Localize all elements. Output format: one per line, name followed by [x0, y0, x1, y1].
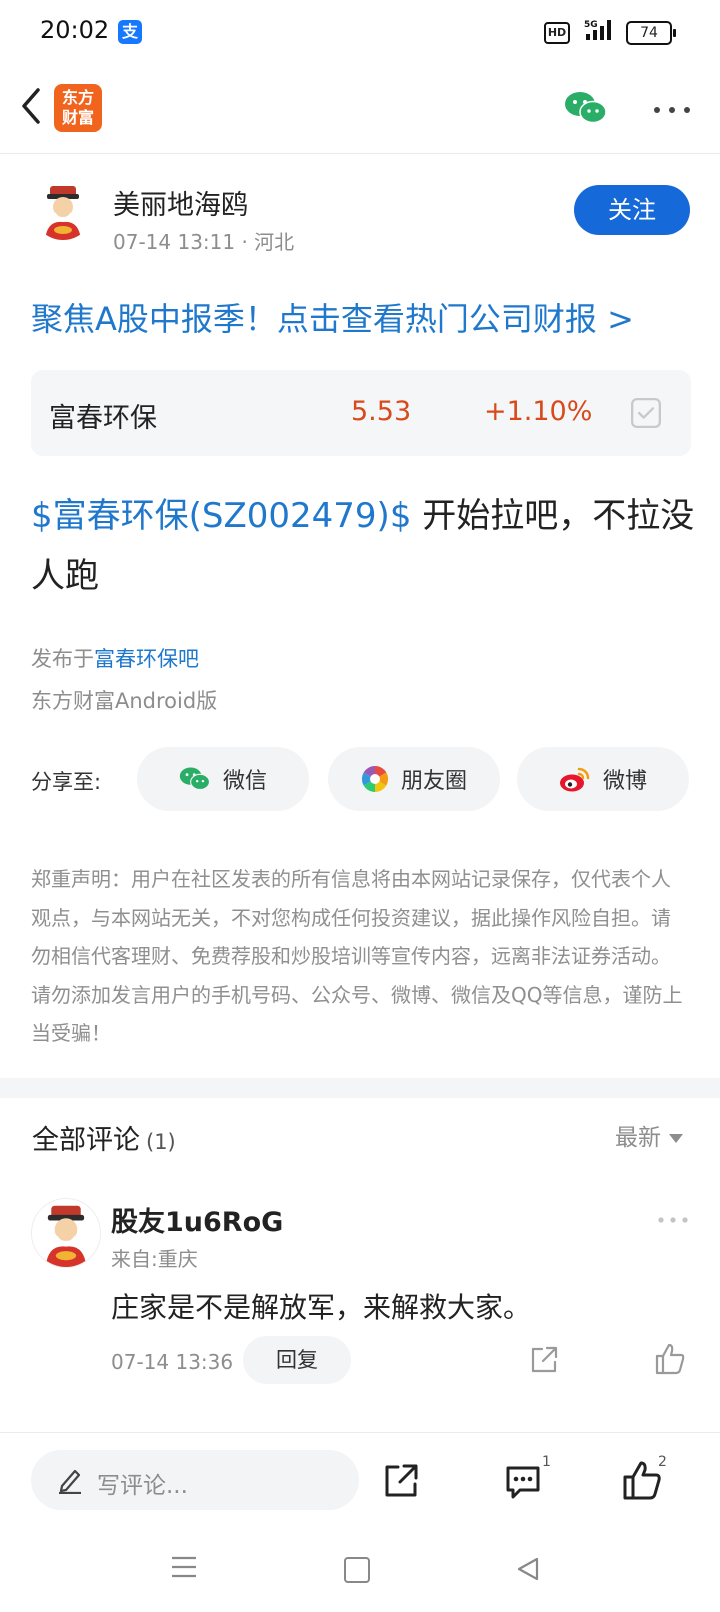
comment-time: 07-14 13:36: [111, 1350, 234, 1374]
comment-text: 庄家是不是解放军，来解救大家。: [111, 1291, 532, 1324]
hd-icon: HD: [544, 22, 570, 44]
pen-icon: [59, 1469, 81, 1494]
post-meta: 07-14 13:11 · 河北: [113, 230, 295, 254]
comments-title: 全部评论: [32, 1125, 140, 1156]
share-weibo-button[interactable]: 微博: [517, 747, 689, 811]
section-divider: [0, 1078, 720, 1098]
nav-divider: [0, 153, 720, 154]
comment-count-badge: 1: [542, 1454, 551, 1470]
disclaimer-text: 郑重声明：用户在社区发表的所有信息将由本网站记录保存，仅代表个人观点，与本网站无…: [31, 867, 683, 1045]
posted-in: 发布于富春环保吧: [31, 643, 199, 673]
wechat-share-icon[interactable]: [564, 90, 608, 126]
stock-price: 5.53: [351, 396, 412, 427]
client-source: 东方财富Android版: [31, 689, 218, 713]
eastmoney-logo: 东方 财富: [54, 84, 102, 132]
moments-icon: [361, 765, 389, 793]
stock-name: 富春环保: [49, 403, 157, 434]
comment-share-icon[interactable]: [528, 1344, 560, 1376]
sort-label: 最新: [615, 1125, 661, 1151]
comment-more-icon[interactable]: [657, 1216, 689, 1224]
comments-header: 全部评论 (1): [32, 1118, 176, 1157]
author-avatar[interactable]: [33, 180, 93, 240]
stock-tag-link[interactable]: $富春环保(SZ002479)$: [31, 496, 411, 536]
bottom-divider: [0, 1432, 720, 1433]
add-watchlist-check-icon[interactable]: [631, 398, 661, 428]
like-count-badge: 2: [658, 1454, 667, 1470]
logo-line-2: 财富: [61, 108, 94, 127]
comment-icon[interactable]: [504, 1463, 542, 1501]
more-options-icon[interactable]: [652, 105, 692, 115]
commenter-name[interactable]: 股友1u6RoG: [111, 1200, 283, 1239]
caret-down-icon: [669, 1134, 683, 1143]
stock-quote-card[interactable]: 富春环保 5.53 +1.10%: [31, 370, 691, 456]
sort-dropdown[interactable]: 最新: [615, 1118, 683, 1152]
author-name[interactable]: 美丽地海鸥: [113, 183, 248, 222]
fortune-god-avatar-icon: [33, 180, 93, 240]
stock-change: +1.10%: [484, 396, 593, 427]
post-content: $富春环保(SZ002479)$ 开始拉吧，不拉没人跑: [31, 486, 701, 606]
comment-like-icon[interactable]: [654, 1342, 686, 1376]
back-arrow-icon[interactable]: [18, 86, 46, 126]
share-moments-label: 朋友圈: [400, 769, 467, 794]
like-icon[interactable]: [622, 1459, 662, 1501]
share-label: 分享至:: [31, 770, 102, 794]
fortune-god-avatar-icon: [32, 1199, 100, 1267]
stock-bar-link[interactable]: 富春环保吧: [94, 647, 199, 671]
earnings-promo-link[interactable]: 聚焦A股中报季！点击查看热门公司财报 >: [31, 294, 634, 340]
system-back-icon[interactable]: [516, 1556, 540, 1582]
share-moments-button[interactable]: 朋友圈: [328, 747, 500, 811]
battery-icon: 74: [626, 21, 676, 45]
weibo-icon: [559, 767, 590, 792]
commenter-location: 来自:重庆: [111, 1247, 198, 1271]
reply-button[interactable]: 回复: [243, 1336, 351, 1384]
wechat-icon: [179, 767, 210, 791]
status-time: 20:02: [40, 16, 110, 44]
network-label: 5G: [584, 20, 598, 30]
alipay-notification-icon: 支: [118, 20, 142, 44]
follow-button[interactable]: 关注: [574, 185, 690, 235]
write-comment-input[interactable]: 写评论...: [31, 1450, 359, 1510]
share-wechat-button[interactable]: 微信: [137, 747, 309, 811]
recent-apps-icon[interactable]: [170, 1555, 198, 1579]
comment-placeholder: 写评论...: [97, 1473, 188, 1499]
logo-line-1: 东方: [61, 88, 94, 107]
share-icon[interactable]: [382, 1462, 420, 1500]
signal-5g-icon: 5G: [584, 20, 611, 40]
home-icon[interactable]: [344, 1557, 370, 1583]
commenter-avatar[interactable]: [31, 1198, 101, 1268]
posted-in-prefix: 发布于: [31, 647, 94, 671]
share-weibo-label: 微博: [602, 769, 647, 794]
comments-count: (1): [146, 1130, 176, 1154]
share-wechat-label: 微信: [222, 769, 267, 794]
